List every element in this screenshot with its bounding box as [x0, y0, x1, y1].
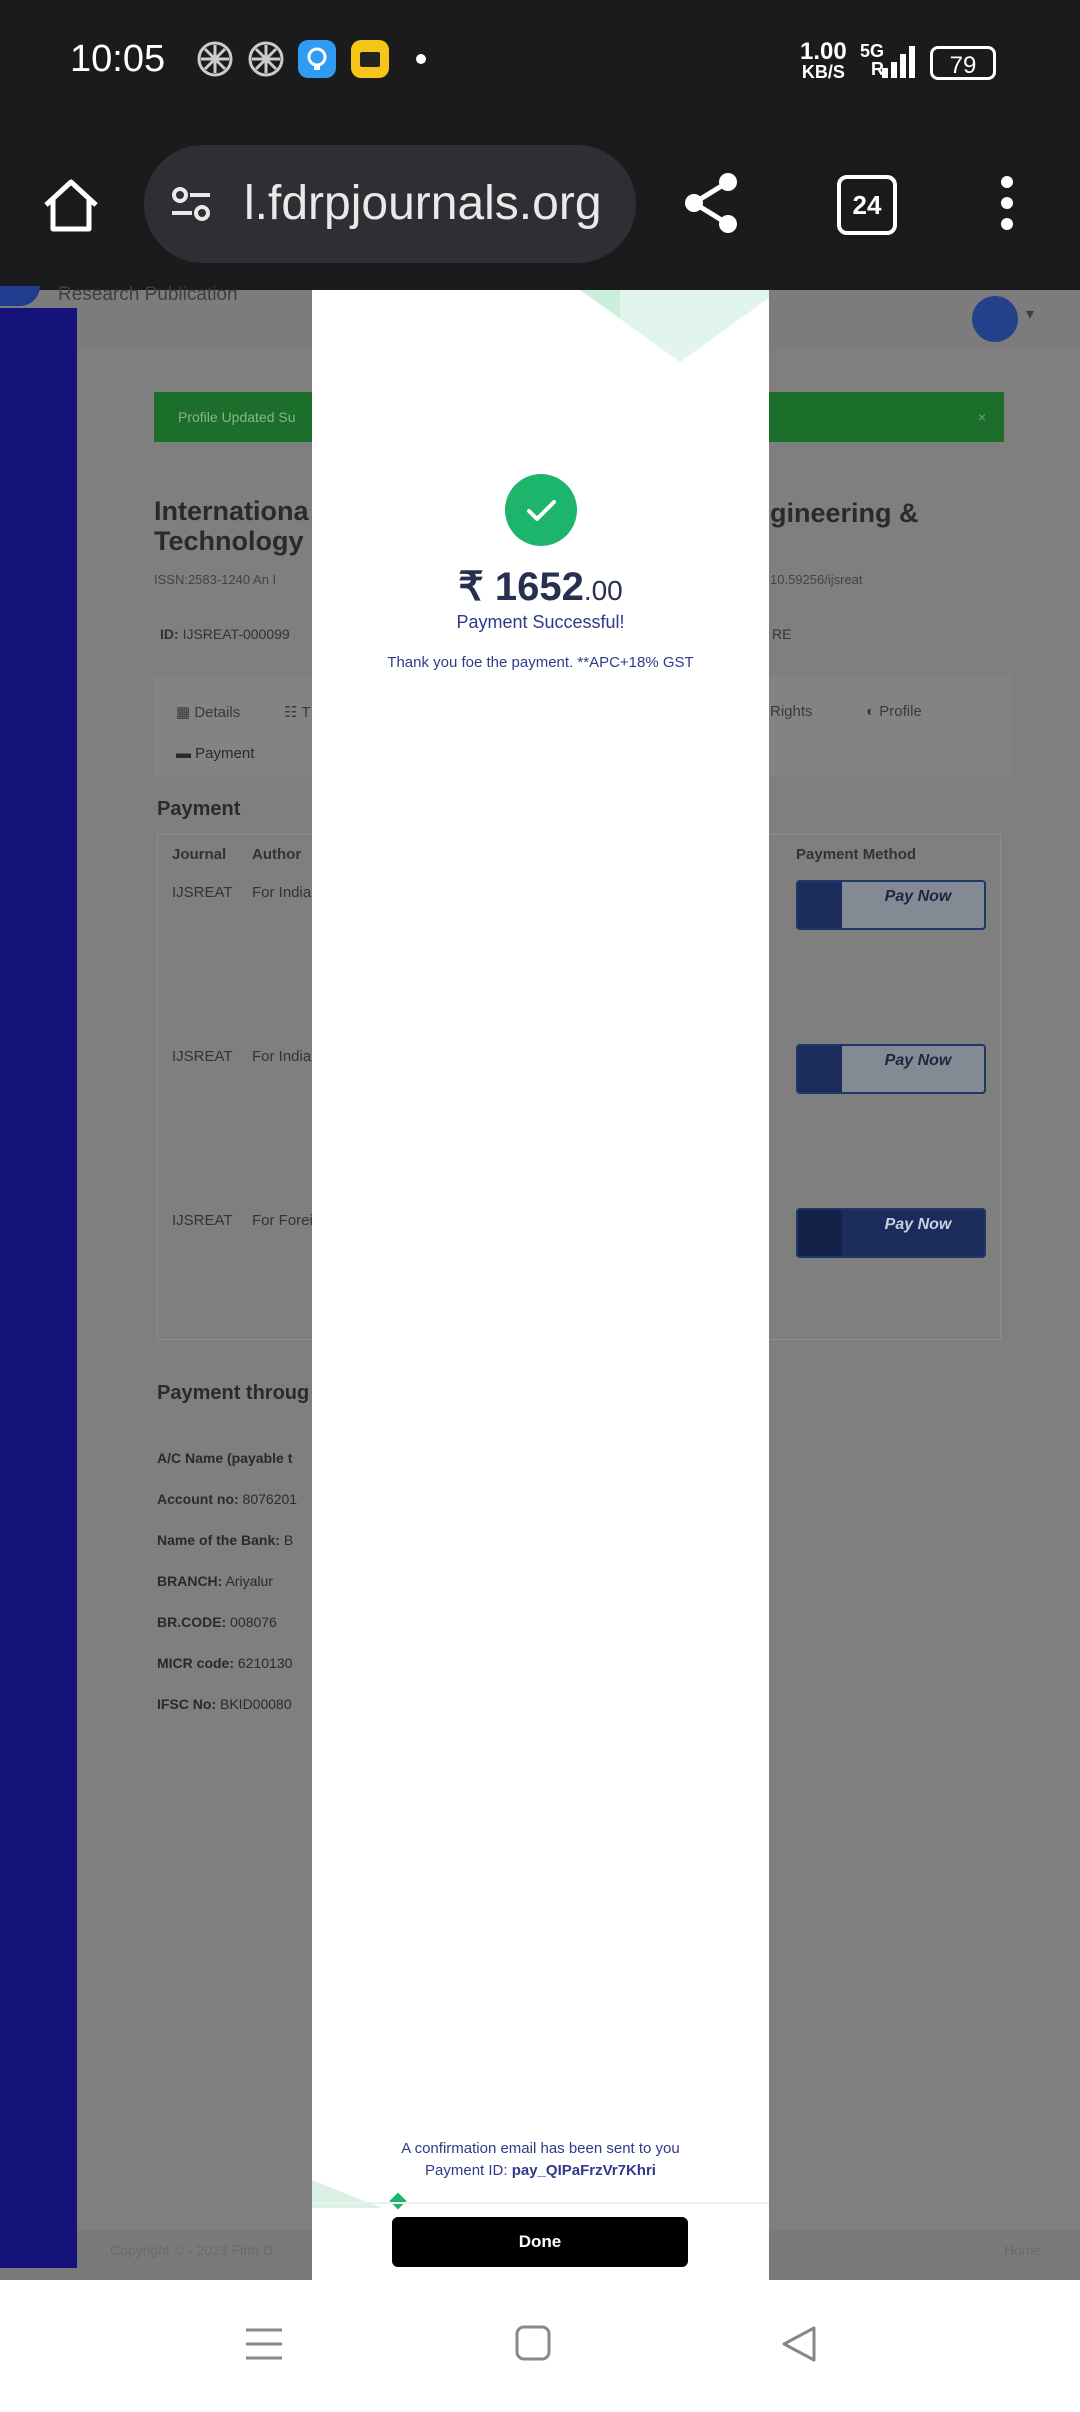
url-text[interactable]: l.fdrpjournals.org [244, 176, 602, 231]
success-check-icon [505, 474, 577, 546]
th-journal: Journal [172, 846, 227, 863]
fan-icon [196, 40, 234, 78]
list-icon: ☷ T [284, 704, 311, 721]
journal-title-right: gineering & [770, 498, 919, 528]
journal-title: Internationa Technology [154, 496, 309, 556]
table-row-author: For India [252, 884, 312, 901]
th-payment-method: Payment Method [796, 846, 917, 863]
site-settings-icon[interactable] [168, 181, 216, 234]
payment-success-modal: ₹ 1652.00 Payment Successful! Thank you … [312, 290, 769, 2280]
doi-text: 10.59256/ijsreat [770, 572, 863, 587]
avatar[interactable] [972, 296, 1018, 342]
bank-field: Name of the Bank: B [157, 1532, 294, 1548]
payment-heading: Payment [157, 798, 241, 820]
decor-shape [389, 2192, 407, 2210]
bank-field: BR.CODE: 008076 [157, 1614, 277, 1630]
tab-payment[interactable]: ▬ Payment [176, 745, 254, 762]
table-row-journal: IJSREAT [172, 884, 233, 901]
footer-copyright: Copyright © - 2023 Fifth D [110, 2242, 273, 2258]
bank-field: A/C Name (payable t [157, 1450, 293, 1466]
decor-shape [580, 290, 620, 318]
home-square-icon[interactable] [514, 2324, 552, 2367]
status-time: 10:05 [70, 38, 166, 80]
site-sidebar [0, 308, 77, 2268]
razorpay-icon [798, 882, 842, 928]
payment-status: Payment Successful! [456, 612, 625, 632]
thank-you-note: Thank you foe the payment. **APC+18% GST [387, 654, 694, 671]
status-bar: 10:05 1.00 KB/S 5G R 79 [0, 0, 1080, 125]
issn-text: ISSN:2583-1240 An I [154, 572, 277, 587]
more-notifications-dot [416, 54, 426, 64]
pay-now-button[interactable]: Pay Now [796, 1208, 986, 1258]
net-speed: 1.00 KB/S [800, 38, 847, 83]
navigation-bar [0, 2280, 1080, 2412]
bank-field: Account no: 8076201 [157, 1491, 298, 1507]
chevron-down-icon[interactable]: ▾ [1026, 304, 1034, 324]
home-icon[interactable] [40, 175, 102, 242]
bank-details: A/C Name (payable t Account no: 8076201 … [157, 1438, 297, 1725]
bank-field: BRANCH: Ariyalur [157, 1573, 273, 1589]
battery-indicator: 79 [930, 46, 996, 80]
menu-icon[interactable] [244, 2324, 284, 2369]
table-row-journal: IJSREAT [172, 1048, 233, 1065]
razorpay-icon [798, 1046, 842, 1092]
bank-field: MICR code: 6210130 [157, 1655, 293, 1671]
tabs-icon[interactable]: 24 [837, 175, 897, 235]
payment-through-heading: Payment throug [157, 1382, 310, 1404]
site-tagline: Research Publication [58, 284, 238, 305]
table-row-journal: IJSREAT [172, 1212, 233, 1229]
confirmation-message: A confirmation email has been sent to yo… [401, 2140, 680, 2179]
folder-icon [351, 40, 389, 78]
fan-icon [247, 40, 285, 78]
app-notification-icon [298, 40, 336, 78]
tab-rights[interactable]: Rights [770, 703, 813, 720]
bank-field: IFSC No: BKID00080 [157, 1696, 292, 1712]
signal-icon [880, 44, 916, 85]
footer-home-link[interactable]: Home [1004, 2242, 1041, 2258]
close-icon[interactable]: × [978, 392, 986, 442]
address-bar[interactable]: l.fdrpjournals.org [144, 145, 636, 263]
tab-details[interactable]: ▦ Details [176, 703, 240, 721]
paper-id-suffix: RE [772, 626, 792, 642]
th-author: Author [252, 846, 302, 863]
table-row-author: For Forei [252, 1212, 313, 1229]
razorpay-icon [798, 1210, 842, 1256]
table-row-author: For India [252, 1048, 312, 1065]
site-logo [0, 286, 40, 306]
divider [312, 2202, 769, 2204]
paper-id: ID: IJSREAT-000099 [160, 626, 290, 642]
payment-amount: ₹ 1652.00 [458, 565, 623, 609]
pay-now-button[interactable]: Pay Now [796, 1044, 986, 1094]
more-icon[interactable] [997, 176, 1017, 235]
tab-profile[interactable]: ◐ Profile [866, 703, 922, 720]
alert-text: Profile Updated Su [178, 409, 296, 425]
share-icon[interactable] [680, 170, 746, 241]
done-button[interactable]: Done [392, 2217, 688, 2267]
pay-now-button[interactable]: Pay Now [796, 880, 986, 930]
back-icon[interactable] [780, 2324, 818, 2369]
